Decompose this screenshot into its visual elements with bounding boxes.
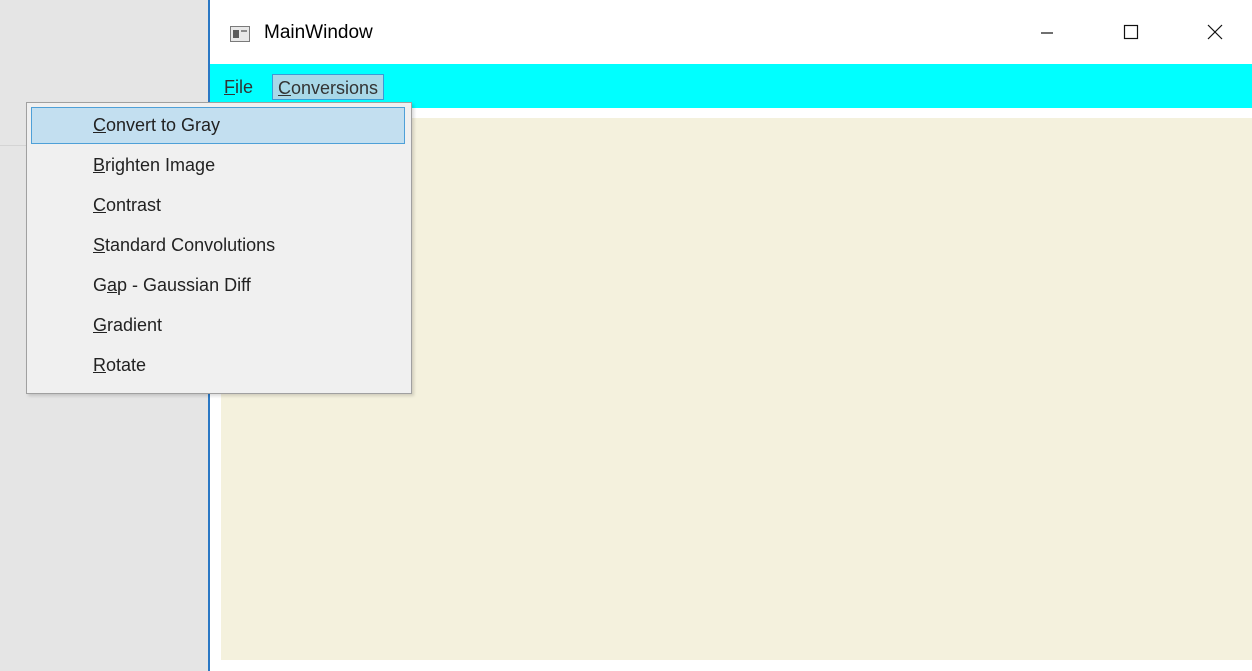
menu-item-label: Convert to Gray [93, 115, 221, 135]
menu-item-contrast[interactable]: Contrast [31, 187, 405, 224]
menu-item-label: Gradient [93, 315, 163, 335]
menu-item-gradient[interactable]: Gradient [31, 307, 405, 344]
minimize-button[interactable] [1017, 0, 1077, 64]
menu-file-label: File [224, 77, 254, 97]
maximize-button[interactable] [1101, 0, 1161, 64]
window-app-icon[interactable] [230, 26, 250, 42]
menu-item-brighten-image[interactable]: Brighten Image [31, 147, 405, 184]
maximize-icon [1123, 24, 1139, 40]
menu-item-label: Rotate [93, 355, 147, 375]
close-icon [1207, 24, 1223, 40]
menu-conversions-label: Conversions [278, 78, 379, 98]
menu-item-label: Standard Convolutions [93, 235, 276, 255]
menu-item-convert-to-gray[interactable]: Convert to Gray [31, 107, 405, 144]
title-bar[interactable]: MainWindow [210, 0, 1252, 64]
menu-item-gap-gaussian-diff[interactable]: Gap - Gaussian Diff [31, 267, 405, 304]
window-title: MainWindow [264, 22, 373, 43]
menu-conversions[interactable]: Conversions [272, 74, 385, 100]
menu-item-label: Contrast [93, 195, 162, 215]
menu-item-label: Brighten Image [93, 155, 216, 175]
menu-item-label: Gap - Gaussian Diff [93, 275, 251, 295]
menu-item-rotate[interactable]: Rotate [31, 347, 405, 384]
menu-item-standard-convolutions[interactable]: Standard Convolutions [31, 227, 405, 264]
menu-file[interactable]: File [219, 74, 258, 100]
close-button[interactable] [1185, 0, 1245, 64]
conversions-dropdown-menu: Convert to Gray Brighten Image Contrast … [26, 102, 412, 394]
minimize-icon [1041, 32, 1053, 34]
